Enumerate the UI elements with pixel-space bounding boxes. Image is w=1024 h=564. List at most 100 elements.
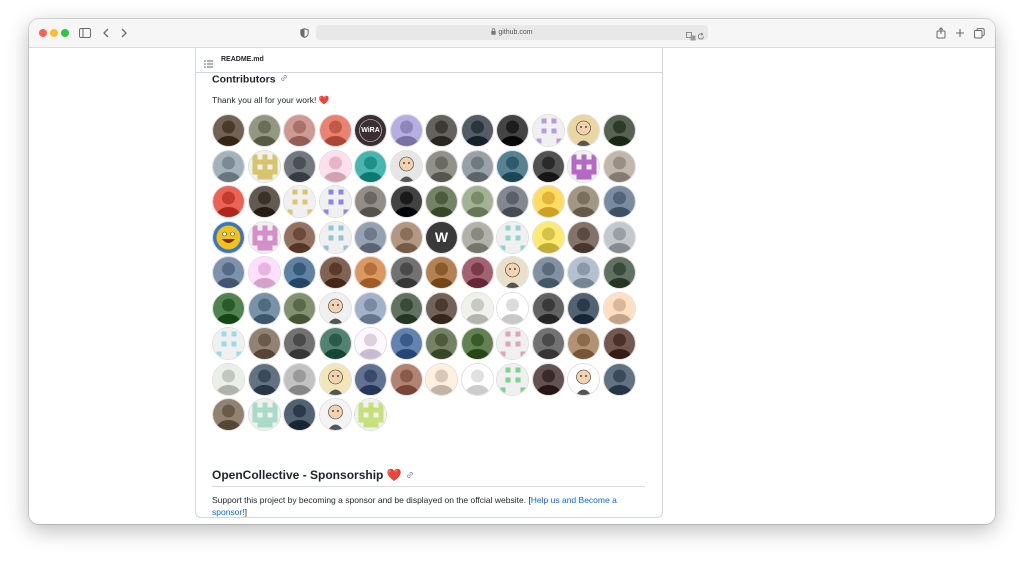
privacy-shield-icon[interactable]: [295, 24, 313, 42]
contributor-avatar[interactable]: [212, 220, 245, 254]
contributor-avatar[interactable]: [460, 149, 494, 183]
contributor-avatar[interactable]: [354, 327, 387, 360]
contributor-avatar[interactable]: [531, 220, 565, 254]
contributor-avatar[interactable]: [531, 291, 565, 325]
contributor-avatar[interactable]: [602, 327, 636, 360]
contributor-avatar[interactable]: [425, 256, 458, 289]
close-window-button[interactable]: [39, 29, 47, 37]
contributor-avatar[interactable]: [425, 291, 458, 325]
contributor-avatar[interactable]: [567, 256, 600, 289]
contributor-avatar[interactable]: [496, 327, 529, 360]
contributor-avatar[interactable]: [425, 185, 458, 218]
new-tab-icon[interactable]: [951, 24, 969, 42]
contributor-avatar[interactable]: [531, 149, 565, 183]
anchor-link-icon[interactable]: [280, 73, 288, 86]
contributor-avatar[interactable]: [318, 291, 352, 325]
contributor-avatar[interactable]: [531, 327, 565, 360]
contributor-avatar[interactable]: [460, 327, 494, 360]
contributor-avatar[interactable]: [318, 256, 352, 289]
contributor-avatar[interactable]: [283, 291, 316, 325]
contributor-avatar[interactable]: [318, 362, 352, 396]
contributor-avatar[interactable]: [212, 256, 245, 289]
reload-icon[interactable]: [697, 28, 705, 46]
contributor-avatar[interactable]: [247, 185, 281, 218]
contributor-avatar[interactable]: [602, 114, 636, 147]
contributor-avatar[interactable]: [354, 220, 387, 254]
contributor-avatar[interactable]: [531, 256, 565, 289]
contributor-avatar[interactable]: [389, 256, 423, 289]
contributor-avatar[interactable]: [354, 362, 387, 396]
contributor-avatar[interactable]: [247, 398, 281, 431]
contributor-avatar[interactable]: [425, 362, 458, 396]
contributor-avatar[interactable]: [602, 256, 636, 289]
contributor-avatar[interactable]: [425, 149, 458, 183]
contributor-avatar[interactable]: [247, 114, 281, 147]
contributor-avatar[interactable]: [283, 149, 316, 183]
contributor-avatar[interactable]: [602, 185, 636, 218]
contributor-avatar[interactable]: [496, 362, 529, 396]
contributor-avatar[interactable]: [602, 149, 636, 183]
contributor-avatar[interactable]: [567, 220, 600, 254]
contributor-avatar[interactable]: [212, 327, 245, 360]
contributor-avatar[interactable]: [318, 149, 352, 183]
contributor-avatar[interactable]: [460, 291, 494, 325]
outline-list-icon[interactable]: [204, 55, 213, 73]
contributor-avatar[interactable]: [460, 185, 494, 218]
contributor-avatar[interactable]: [283, 220, 316, 254]
contributor-avatar[interactable]: [496, 114, 529, 147]
contributor-avatar[interactable]: [354, 291, 387, 325]
contributor-avatar[interactable]: [283, 256, 316, 289]
readme-filename[interactable]: README.md: [221, 48, 264, 72]
contributor-avatar[interactable]: [212, 362, 245, 396]
contributor-avatar[interactable]: [496, 220, 529, 254]
contributor-avatar[interactable]: [283, 327, 316, 360]
contributor-avatar[interactable]: [212, 291, 245, 325]
contributor-avatar[interactable]: [460, 362, 494, 396]
contributor-avatar[interactable]: W: [425, 220, 458, 254]
contributor-avatar[interactable]: [425, 327, 458, 360]
contributor-avatar[interactable]: [496, 149, 529, 183]
back-icon[interactable]: [97, 24, 115, 42]
contributor-avatar[interactable]: [354, 398, 387, 431]
contributor-avatar[interactable]: [460, 220, 494, 254]
contributor-avatar[interactable]: [567, 114, 600, 147]
contributor-avatar[interactable]: [247, 220, 281, 254]
translate-icon[interactable]: [686, 28, 696, 46]
contributor-avatar[interactable]: [567, 362, 600, 396]
contributor-avatar[interactable]: [354, 256, 387, 289]
anchor-link-icon[interactable]: [406, 468, 414, 483]
tab-overview-icon[interactable]: [970, 24, 988, 42]
contributor-avatar[interactable]: [389, 327, 423, 360]
contributor-avatar[interactable]: [567, 291, 600, 325]
contributor-avatar[interactable]: [567, 149, 600, 183]
contributor-avatar[interactable]: [389, 291, 423, 325]
contributor-avatar[interactable]: [425, 114, 458, 147]
contributor-avatar[interactable]: [247, 327, 281, 360]
contributor-avatar[interactable]: [283, 185, 316, 218]
share-icon[interactable]: [932, 24, 950, 42]
contributor-avatar[interactable]: [283, 398, 316, 431]
contributor-avatar[interactable]: [212, 149, 245, 183]
contributor-avatar[interactable]: [496, 291, 529, 325]
contributor-avatar[interactable]: [460, 256, 494, 289]
sidebar-toggle-icon[interactable]: [76, 24, 94, 42]
contributor-avatar[interactable]: [283, 362, 316, 396]
contributor-avatar[interactable]: [354, 149, 387, 183]
contributor-avatar[interactable]: [283, 114, 316, 147]
contributor-avatar[interactable]: [318, 398, 352, 431]
contributor-avatar[interactable]: [389, 362, 423, 396]
contributor-avatar[interactable]: [354, 185, 387, 218]
zoom-window-button[interactable]: [61, 29, 69, 37]
contributor-avatar[interactable]: [318, 114, 352, 147]
contributor-avatar[interactable]: [496, 185, 529, 218]
contributor-avatar[interactable]: [531, 185, 565, 218]
contributor-avatar[interactable]: [389, 149, 423, 183]
contributor-avatar[interactable]: [602, 291, 636, 325]
contributor-avatar[interactable]: [567, 185, 600, 218]
contributor-avatar[interactable]: [318, 220, 352, 254]
contributor-avatar[interactable]: [247, 256, 281, 289]
contributor-avatar[interactable]: [389, 114, 423, 147]
contributor-avatar[interactable]: [389, 220, 423, 254]
contributor-avatar[interactable]: [247, 149, 281, 183]
contributor-avatar[interactable]: [318, 327, 352, 360]
